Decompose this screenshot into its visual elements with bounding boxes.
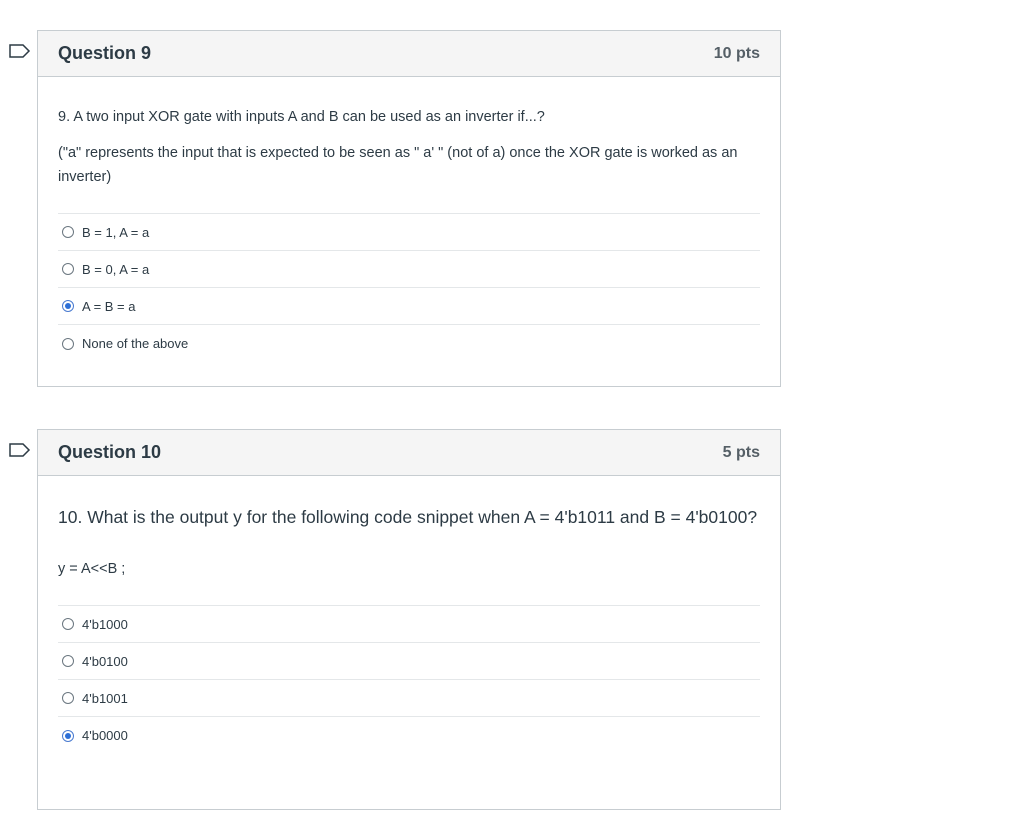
answer-option[interactable]: 4'b1001 <box>58 680 760 717</box>
code-snippet: y = A<<B ; <box>58 561 126 577</box>
question-title: Question 10 <box>58 442 162 462</box>
answer-label: B = 1, A = a <box>82 224 150 240</box>
question-10: Question 10 5 pts 10. What is the output… <box>37 429 781 810</box>
question-subtext: ("a" represents the input that is expect… <box>58 145 738 185</box>
answer-label: 4'b0100 <box>82 653 128 669</box>
radio-button[interactable] <box>62 226 74 238</box>
flag-question-icon[interactable] <box>9 44 31 58</box>
question-text: 9. A two input XOR gate with inputs A an… <box>58 109 545 125</box>
radio-button[interactable] <box>62 618 74 630</box>
radio-button[interactable] <box>62 692 74 704</box>
question-header: Question 10 5 pts <box>38 430 780 476</box>
answer-list: 4'b1000 4'b0100 4'b1001 4'b0000 <box>58 605 760 754</box>
radio-button-selected[interactable] <box>62 300 74 312</box>
answer-option[interactable]: B = 0, A = a <box>58 251 760 288</box>
radio-button-selected[interactable] <box>62 729 74 742</box>
answer-option[interactable]: 4'b1000 <box>58 606 760 643</box>
answer-list: B = 1, A = a B = 0, A = a A = B = a None… <box>58 213 760 362</box>
answer-option[interactable]: B = 1, A = a <box>58 214 760 251</box>
question-9: Question 9 10 pts 9. A two input XOR gat… <box>37 30 781 387</box>
answer-label: 4'b1000 <box>82 616 128 632</box>
radio-button[interactable] <box>62 655 74 667</box>
answer-label: A = B = a <box>82 298 136 314</box>
answer-option[interactable]: 4'b0100 <box>58 643 760 680</box>
question-body: 9. A two input XOR gate with inputs A an… <box>38 105 780 362</box>
answer-label: 4'b1001 <box>82 690 128 706</box>
answer-option-selected[interactable]: A = B = a <box>58 288 760 325</box>
answer-option[interactable]: None of the above <box>58 325 760 362</box>
radio-button[interactable] <box>62 337 74 350</box>
flag-question-icon[interactable] <box>9 443 31 457</box>
answer-label: B = 0, A = a <box>82 261 150 277</box>
answer-option-selected[interactable]: 4'b0000 <box>58 717 760 754</box>
question-text: 10. What is the output y for the followi… <box>58 507 758 527</box>
question-points: 10 pts <box>713 44 760 62</box>
question-points: 5 pts <box>722 443 760 461</box>
answer-label: 4'b0000 <box>82 728 128 743</box>
answer-label: None of the above <box>82 336 189 351</box>
radio-button[interactable] <box>62 263 74 275</box>
quiz-page: Question 9 10 pts 9. A two input XOR gat… <box>0 0 1014 832</box>
question-title: Question 9 <box>58 43 152 63</box>
question-header: Question 9 10 pts <box>38 31 780 77</box>
question-body: 10. What is the output y for the followi… <box>38 504 780 754</box>
